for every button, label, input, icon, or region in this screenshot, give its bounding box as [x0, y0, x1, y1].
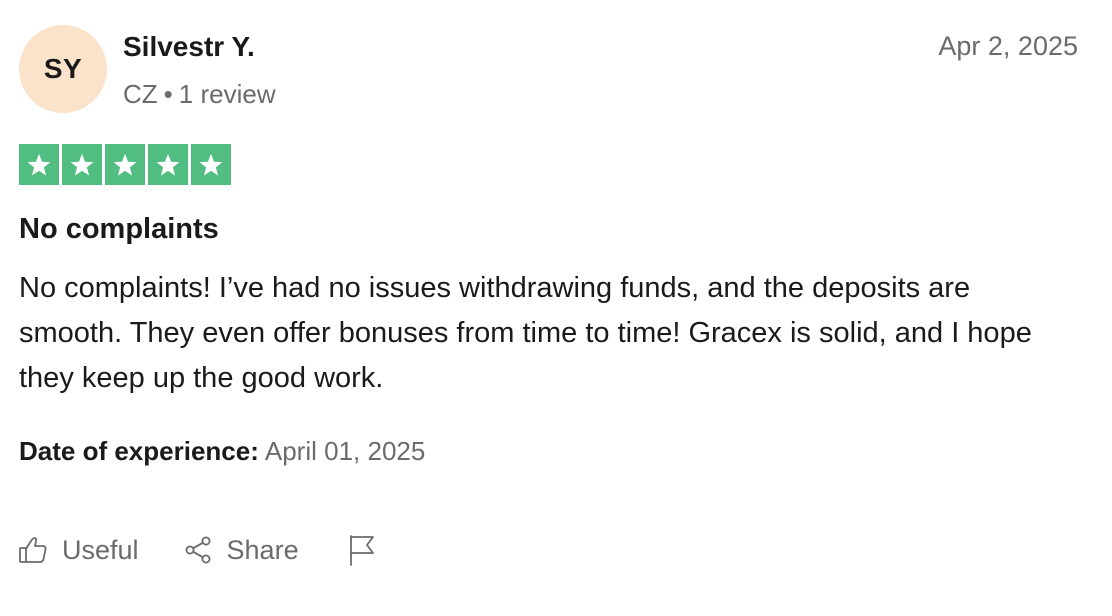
star-icon [156, 153, 180, 175]
share-button[interactable]: Share [183, 535, 299, 566]
star-rating [19, 144, 231, 186]
review-body: No complaints! I’ve had no issues withdr… [19, 272, 1032, 394]
share-icon [183, 535, 213, 565]
review-actions: Useful Share [18, 528, 377, 572]
reviewer-meta: CZ • 1 review [123, 78, 276, 110]
review-title[interactable]: No complaints [19, 211, 219, 247]
star-box [19, 144, 59, 185]
star-box [191, 144, 231, 185]
star-box [62, 144, 102, 185]
flag-icon [347, 533, 377, 567]
useful-button[interactable]: Useful [18, 535, 139, 566]
reviewer-name[interactable]: Silvestr Y. [123, 30, 255, 64]
avatar-initials: SY [43, 53, 83, 84]
share-label: Share [226, 534, 299, 565]
meta-separator: • [163, 79, 173, 109]
review-card: SY Silvestr Y. CZ • 1 review Apr 2, 2025 N… [0, 0, 1112, 616]
star-box [148, 144, 188, 185]
star-icon [199, 153, 223, 175]
star-icon [113, 153, 137, 175]
experience-date: April 01, 2025 [264, 436, 426, 466]
date-of-experience: Date of experience: April 01, 2025 [19, 434, 425, 468]
star-box [105, 144, 145, 185]
reviewer-review-count: 1 review [178, 79, 276, 109]
experience-label: Date of experience: [19, 436, 259, 466]
useful-label: Useful [62, 534, 139, 565]
report-button[interactable] [347, 533, 377, 567]
avatar[interactable]: SY [19, 25, 107, 113]
star-icon [27, 153, 51, 175]
thumbs-up-icon [18, 535, 48, 565]
review-date: Apr 2, 2025 [938, 31, 1078, 61]
reviewer-country: CZ [123, 79, 158, 109]
star-icon [70, 153, 94, 175]
